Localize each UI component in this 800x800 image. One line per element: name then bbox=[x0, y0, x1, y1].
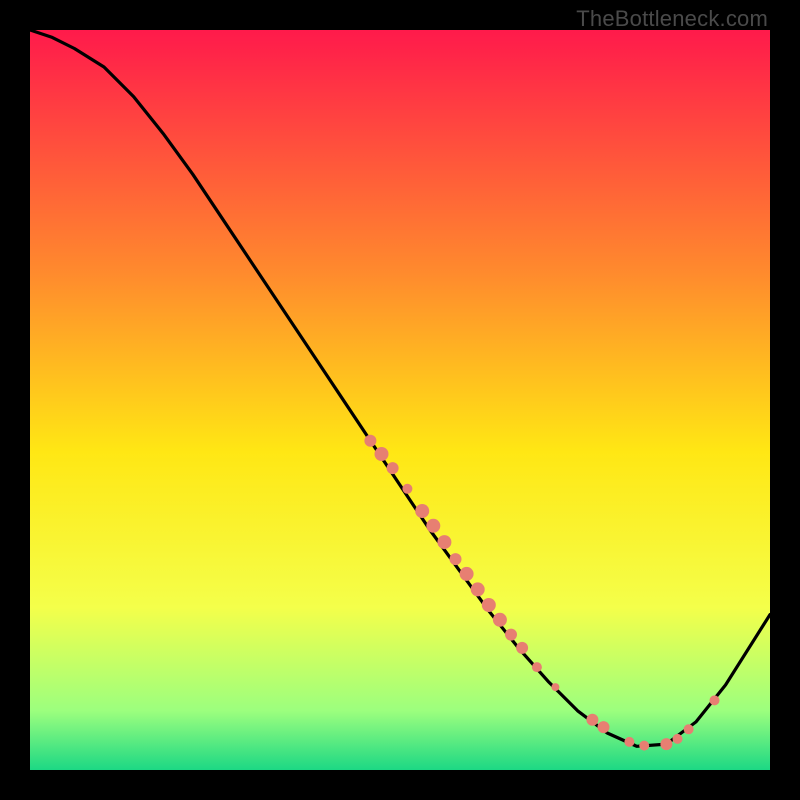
data-point bbox=[493, 613, 507, 627]
data-point bbox=[660, 738, 672, 750]
chart-frame bbox=[30, 30, 770, 770]
data-point bbox=[684, 724, 694, 734]
data-point bbox=[505, 629, 517, 641]
data-point bbox=[482, 598, 496, 612]
data-point bbox=[426, 519, 440, 533]
gradient-background bbox=[30, 30, 770, 770]
data-point bbox=[639, 741, 649, 751]
data-point bbox=[364, 435, 376, 447]
data-point bbox=[551, 683, 559, 691]
data-point bbox=[624, 737, 634, 747]
bottleneck-chart bbox=[30, 30, 770, 770]
data-point bbox=[516, 642, 528, 654]
data-point bbox=[387, 462, 399, 474]
watermark-label: TheBottleneck.com bbox=[576, 6, 768, 32]
data-point bbox=[586, 714, 598, 726]
data-point bbox=[375, 447, 389, 461]
data-point bbox=[402, 484, 412, 494]
data-point bbox=[532, 662, 542, 672]
data-point bbox=[471, 582, 485, 596]
data-point bbox=[460, 567, 474, 581]
data-point bbox=[673, 734, 683, 744]
data-point bbox=[598, 721, 610, 733]
data-point bbox=[450, 553, 462, 565]
data-point bbox=[710, 695, 720, 705]
data-point bbox=[415, 504, 429, 518]
data-point bbox=[437, 535, 451, 549]
